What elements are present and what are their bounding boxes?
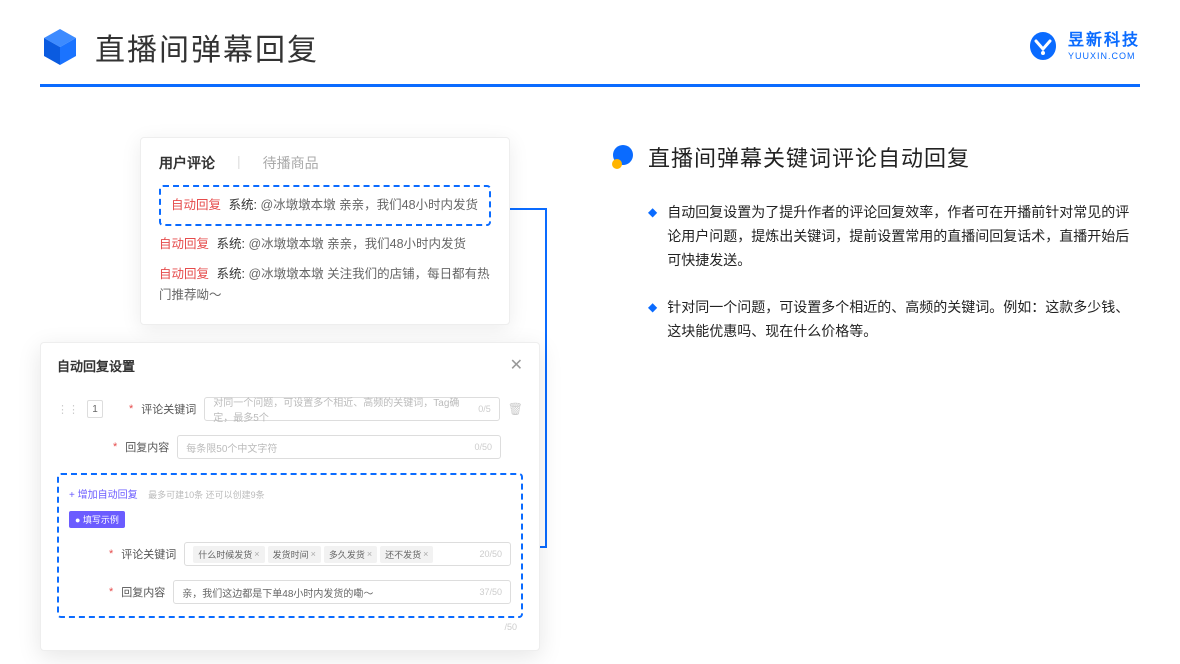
comment-line: 自动回复 系统: @冰墩墩本墩 关注我们的店铺，每日都有热门推荐呦～ bbox=[159, 264, 491, 307]
tabs: 用户评论 | 待播商品 bbox=[159, 153, 491, 173]
example-section: + 增加自动回复 最多可建10条 还可以创建9条 ● 填写示例 * 评论关键词 … bbox=[57, 473, 523, 618]
example-content-input[interactable]: 亲，我们这边都是下单48小时内发货的嘞～ 37/50 bbox=[173, 580, 511, 604]
label-keywords: 评论关键词 bbox=[141, 401, 196, 417]
keyword-tag[interactable]: 发货时间× bbox=[268, 546, 321, 563]
cube-icon bbox=[40, 27, 80, 67]
row-number: 1 bbox=[87, 400, 103, 418]
section-title: 直播间弹幕关键词评论自动回复 bbox=[648, 141, 970, 173]
bullet-item: ◆ 自动回复设置为了提升作者的评论回复效率，作者可在开播前针对常见的评论用户问题… bbox=[610, 201, 1140, 272]
keywords-input[interactable]: 对同一个问题，可设置多个相近、高频的关键词，Tag确定，最多5个 0/5 bbox=[204, 397, 499, 421]
brand-name-cn: 昱新科技 bbox=[1068, 33, 1140, 49]
diamond-icon: ◆ bbox=[648, 296, 657, 344]
bullet-item: ◆ 针对同一个问题，可设置多个相近的、高频的关键词。例如：这款多少钱、这块能优惠… bbox=[610, 296, 1140, 344]
right-panel: 直播间弹幕关键词评论自动回复 ◆ 自动回复设置为了提升作者的评论回复效率，作者可… bbox=[610, 137, 1140, 607]
content-input[interactable]: 每条限50个中文字符 0/50 bbox=[177, 435, 501, 459]
diamond-icon: ◆ bbox=[648, 201, 657, 272]
left-illustration: 用户评论 | 待播商品 自动回复 系统: @冰墩墩本墩 亲亲，我们48小时内发货… bbox=[40, 137, 540, 607]
keyword-tag[interactable]: 还不发货× bbox=[380, 546, 433, 563]
comment-line: 自动回复 系统: @冰墩墩本墩 亲亲，我们48小时内发货 bbox=[159, 234, 491, 255]
tab-user-comments[interactable]: 用户评论 bbox=[159, 153, 215, 173]
page-title: 直播间弹幕回复 bbox=[95, 25, 319, 69]
drag-handle-icon[interactable]: ⋮⋮ bbox=[57, 403, 79, 416]
brand-icon bbox=[1026, 30, 1060, 64]
settings-card: 自动回复设置 ✕ ⋮⋮ 1 * 评论关键词 对同一个问题，可设置多个相近、高频的… bbox=[40, 342, 540, 651]
form-row-content: * 回复内容 每条限50个中文字符 0/50 bbox=[57, 435, 523, 459]
comments-card: 用户评论 | 待播商品 自动回复 系统: @冰墩墩本墩 亲亲，我们48小时内发货… bbox=[140, 137, 510, 325]
highlighted-comment: 自动回复 系统: @冰墩墩本墩 亲亲，我们48小时内发货 bbox=[159, 185, 491, 226]
brand-logo: 昱新科技 YUUXIN.COM bbox=[1026, 30, 1140, 64]
add-hint: 最多可建10条 还可以创建9条 bbox=[148, 490, 265, 500]
brand-name-en: YUUXIN.COM bbox=[1068, 52, 1140, 61]
close-icon[interactable]: ✕ bbox=[510, 355, 523, 375]
example-badge: ● 填写示例 bbox=[69, 511, 125, 528]
settings-title: 自动回复设置 bbox=[57, 356, 135, 375]
add-auto-reply-link[interactable]: + 增加自动回复 bbox=[69, 490, 138, 501]
auto-reply-tag: 自动回复 bbox=[171, 198, 221, 212]
keyword-tag[interactable]: 多久发货× bbox=[324, 546, 377, 563]
page-header: 直播间弹幕回复 昱新科技 YUUXIN.COM bbox=[0, 0, 1180, 69]
delete-icon[interactable]: 🗑 bbox=[508, 402, 523, 416]
tab-pending-goods[interactable]: 待播商品 bbox=[263, 153, 319, 173]
keyword-tag[interactable]: 什么时候发货× bbox=[193, 546, 264, 563]
form-row-keywords: ⋮⋮ 1 * 评论关键词 对同一个问题，可设置多个相近、高频的关键词，Tag确定… bbox=[57, 397, 523, 421]
footer-count: /50 bbox=[57, 618, 523, 632]
bubble-icon bbox=[610, 144, 636, 170]
label-reply-content: 回复内容 bbox=[125, 439, 169, 455]
example-keywords-input[interactable]: 什么时候发货× 发货时间× 多久发货× 还不发货× 20/50 bbox=[184, 542, 511, 566]
